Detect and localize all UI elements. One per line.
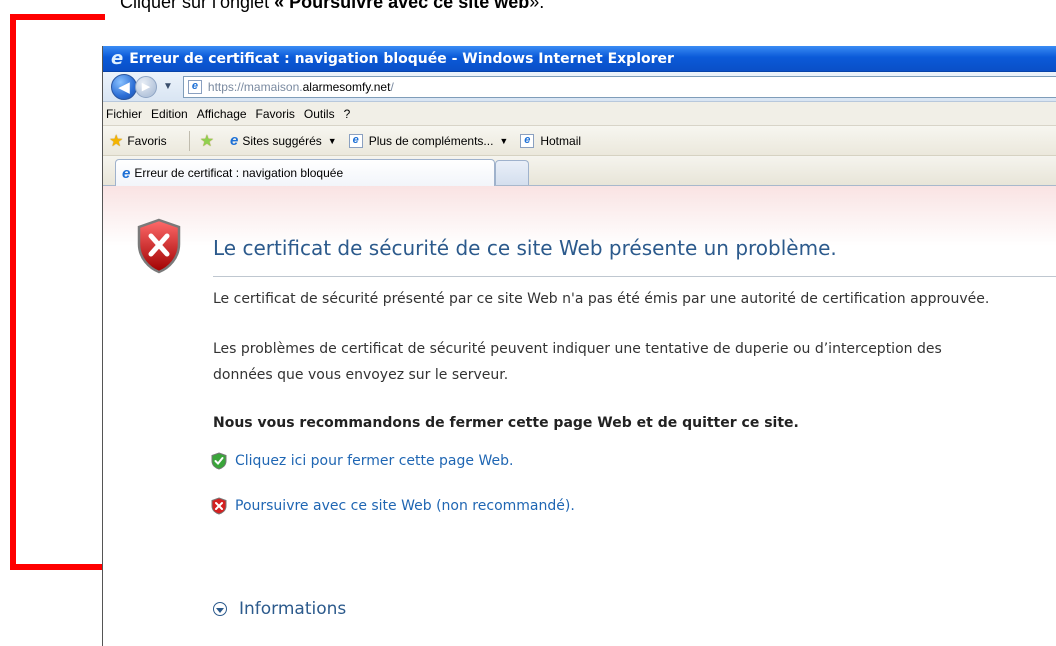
explanation-paragraph-2-line1: Les problèmes de certificat de sécurité …	[213, 341, 942, 357]
tab-bar: e Erreur de certificat : navigation bloq…	[103, 156, 1056, 186]
continue-to-site-link[interactable]: Poursuivre avec ce site Web (non recomma…	[211, 497, 575, 515]
recommendation-text: Nous vous recommandons de fermer cette p…	[213, 415, 799, 431]
browser-window: e Erreur de certificat : navigation bloq…	[102, 46, 1056, 646]
back-arrow-icon: ◀	[118, 78, 130, 96]
menu-fichier[interactable]: Fichier	[106, 107, 142, 121]
expand-circle-icon	[213, 602, 227, 616]
url-field[interactable]: e https://mamaison. alarmesomfy.net /	[182, 75, 1056, 98]
chevron-down-icon: ▼	[499, 135, 509, 146]
back-button[interactable]: ◀	[111, 73, 137, 100]
menu-help[interactable]: ?	[344, 107, 351, 121]
favorites-bar: ★ Favoris ★ e Sites suggérés ▼ e Plus de…	[103, 126, 1056, 156]
page-ie-icon: e	[520, 133, 535, 148]
url-scheme: https://mamaison.	[207, 79, 303, 94]
instruction-suffix: ».	[529, 0, 545, 12]
ie-logo-icon: e	[111, 47, 124, 69]
menu-affichage[interactable]: Affichage	[197, 107, 247, 121]
favorites-star-icon: ★	[109, 132, 124, 150]
sites-suggested-button[interactable]: e Sites suggérés ▼	[230, 133, 337, 148]
explanation-paragraph-2-line2: données que vous envoyez sur le serveur.	[213, 367, 509, 383]
menu-outils[interactable]: Outils	[304, 107, 335, 121]
title-bar: e Erreur de certificat : navigation bloq…	[103, 46, 1056, 72]
favoris-button[interactable]: ★ Favoris	[109, 131, 167, 151]
page-ie-icon: e	[187, 79, 202, 94]
menu-bar: Fichier Edition Affichage Favoris Outils…	[103, 102, 1056, 126]
favbar-separator	[188, 130, 190, 151]
hotmail-label: Hotmail	[540, 133, 582, 148]
ie-icon: e	[230, 132, 239, 149]
window-title: Erreur de certificat : navigation bloqué…	[129, 50, 674, 67]
explanation-paragraph-1: Le certificat de sécurité présenté par c…	[213, 291, 990, 307]
instruction-emphasis: « Poursuivre avec ce site web	[274, 0, 530, 12]
add-to-favorites-bar-button[interactable]: ★	[200, 131, 218, 151]
menu-favoris[interactable]: Favoris	[256, 107, 295, 121]
error-page-content: Le certificat de sécurité de ce site Web…	[103, 186, 1056, 646]
hotmail-link[interactable]: e Hotmail	[520, 133, 582, 148]
more-addons-label: Plus de compléments...	[368, 133, 494, 148]
close-page-link[interactable]: Cliquez ici pour fermer cette page Web.	[211, 452, 513, 470]
page-ie-icon: e	[348, 133, 363, 148]
new-tab-button[interactable]	[495, 160, 529, 185]
ie-tab-icon: e	[122, 164, 131, 182]
url-host: alarmesomfy.net	[302, 79, 391, 94]
tab-label: Erreur de certificat : navigation bloqué…	[134, 166, 344, 180]
instruction-prefix: Cliquer sur l’onglet	[120, 0, 275, 12]
sites-suggested-label: Sites suggérés	[242, 133, 322, 148]
add-favorite-star-icon: ★	[199, 132, 215, 150]
more-information-toggle[interactable]: Informations	[213, 599, 346, 619]
tab-certificate-error[interactable]: e Erreur de certificat : navigation bloq…	[115, 159, 495, 186]
chevron-down-icon: ▼	[327, 135, 337, 146]
close-page-link-label: Cliquez ici pour fermer cette page Web.	[235, 453, 514, 469]
red-shield-x-icon	[211, 497, 227, 515]
green-shield-check-icon	[211, 452, 227, 470]
heading-divider	[213, 276, 1056, 277]
more-addons-button[interactable]: e Plus de compléments... ▼	[348, 133, 509, 148]
error-heading: Le certificat de sécurité de ce site Web…	[213, 236, 837, 260]
annotation-line-top	[10, 14, 105, 20]
forward-arrow-icon: ▶	[141, 81, 151, 93]
url-tail: /	[390, 79, 394, 94]
address-bar: ◀ ▶ ▼ e https://mamaison. alarmesomfy.net…	[103, 72, 1056, 102]
favoris-label: Favoris	[127, 133, 167, 148]
history-dropdown-icon[interactable]: ▼	[163, 81, 173, 92]
forward-button[interactable]: ▶	[135, 75, 157, 98]
continue-link-label: Poursuivre avec ce site Web (non recomma…	[235, 498, 575, 514]
info-label: Informations	[239, 599, 347, 619]
menu-edition[interactable]: Edition	[151, 107, 188, 121]
security-shield-error-icon	[137, 218, 181, 274]
instruction-caption: Cliquer sur l’onglet « Poursuivre avec c…	[120, 0, 544, 13]
annotation-line-vertical	[10, 14, 16, 570]
